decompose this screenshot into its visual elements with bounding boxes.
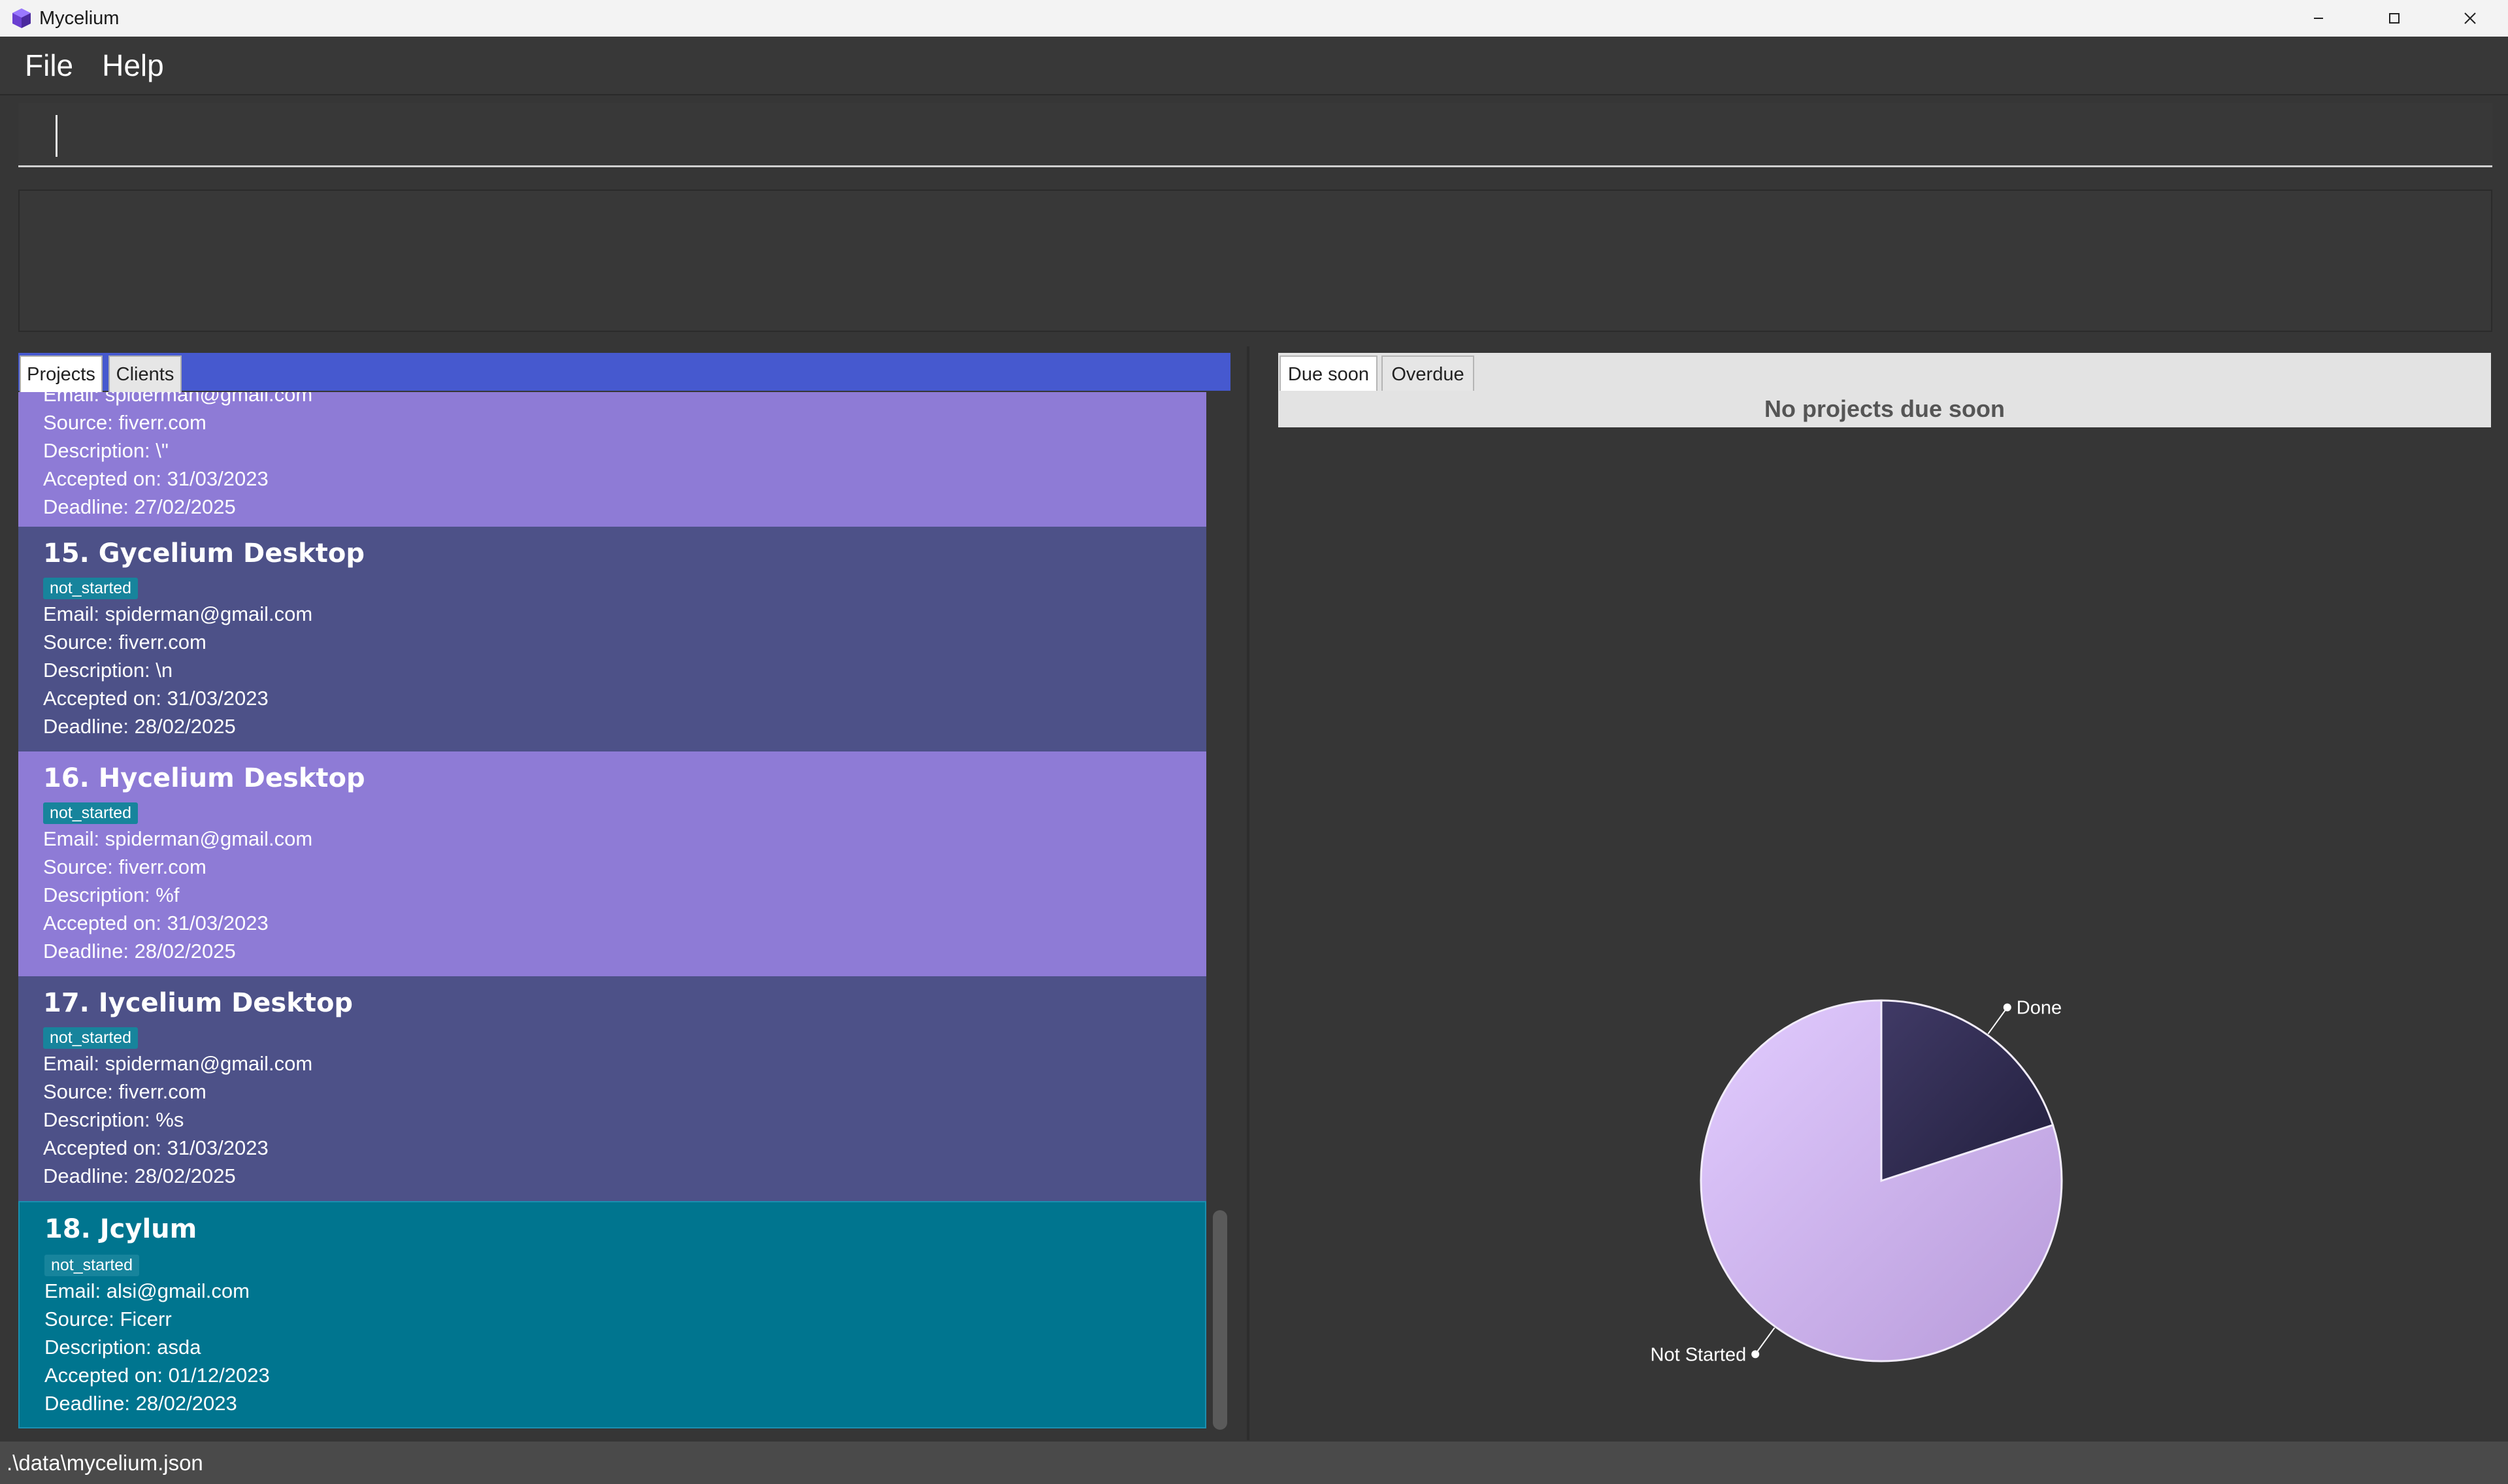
project-email: Email: spiderman@gmail.com [43,1052,313,1075]
project-accepted: Accepted on: 31/03/2023 [43,467,269,490]
app-logo-icon [10,7,33,29]
project-description: Description: \n [43,659,173,682]
command-box [18,103,2492,167]
list-scrollbar-thumb[interactable] [1213,1210,1227,1430]
project-title: 16. Hycelium Desktop [43,763,365,793]
project-deadline: Deadline: 27/02/2025 [43,495,236,518]
text-caret [56,115,58,157]
project-description: Description: asda [44,1336,201,1359]
project-list[interactable]: Email: spiderman@gmail.com Source: fiver… [18,392,1206,1432]
project-title: 15. Gycelium Desktop [43,538,365,569]
project-deadline: Deadline: 28/02/2023 [44,1392,237,1415]
pie-label-line [1755,1327,1775,1355]
project-card[interactable]: 16. Hycelium Desktop not_started Email: … [18,751,1206,976]
project-description: Description: \" [43,439,169,462]
project-card[interactable]: 15. Gycelium Desktop not_started Email: … [18,527,1206,751]
project-accepted: Accepted on: 31/03/2023 [43,1136,269,1159]
project-card[interactable]: 17. Iycelium Desktop not_started Email: … [18,976,1206,1201]
project-deadline: Deadline: 28/02/2025 [43,715,236,738]
list-tabs-header [18,353,1230,391]
status-badge: not_started [43,578,139,599]
project-deadline: Deadline: 28/02/2025 [43,940,236,963]
statistics-panel: Due soon Overdue No projects due soon Do… [1249,346,2508,1440]
pie-label-line [1987,1007,2008,1034]
maximize-button[interactable] [2356,0,2432,37]
project-email: Email: alsi@gmail.com [44,1279,250,1302]
data-file-path: .\data\mycelium.json [7,1450,203,1475]
project-accepted: Accepted on: 01/12/2023 [44,1364,270,1387]
status-bar: .\data\mycelium.json [0,1442,2508,1484]
project-source: Source: fiverr.com [43,855,206,878]
close-icon [2464,12,2476,24]
project-accepted: Accepted on: 31/03/2023 [43,687,269,710]
project-email: Email: spiderman@gmail.com [43,827,313,850]
project-deadline: Deadline: 28/02/2025 [43,1164,236,1187]
window-title: Mycelium [39,7,120,29]
command-input[interactable] [18,103,2492,165]
project-source: Source: Ficerr [44,1308,172,1330]
project-description: Description: %f [43,883,180,906]
pie-label-dot [2003,1003,2011,1012]
project-list-panel: Projects Clients Email: spiderman@gmail.… [0,346,1247,1440]
title-bar: Mycelium [0,0,2508,37]
pie-label: Done [2017,998,2062,1019]
project-description: Description: %s [43,1108,184,1131]
result-display [18,190,2492,332]
close-button[interactable] [2432,0,2508,37]
status-badge: not_started [44,1255,140,1276]
progress-pie-chart: Done Not Started [1651,998,2063,1365]
tab-projects[interactable]: Projects [20,355,103,392]
project-title: 18. Jcylum [44,1214,197,1244]
project-email: Email: spiderman@gmail.com [43,602,313,625]
project-title: 17. Iycelium Desktop [43,988,354,1018]
project-email: Email: spiderman@gmail.com [43,392,313,406]
menu-help[interactable]: Help [102,48,164,83]
menu-bar: File Help [0,37,2508,95]
minimize-icon [2314,18,2323,19]
status-badge: not_started [43,1027,139,1049]
maximize-icon [2389,13,2400,24]
project-source: Source: fiverr.com [43,411,206,434]
menu-file[interactable]: File [25,48,73,83]
pie-label: Not Started [1651,1344,1747,1365]
tab-clients[interactable]: Clients [108,355,182,392]
status-badge: not_started [43,802,139,824]
project-source: Source: fiverr.com [43,1080,206,1103]
project-card-selected[interactable]: 18. Jcylum not_started Email: alsi@gmail… [18,1201,1206,1428]
project-source: Source: fiverr.com [43,631,206,653]
project-accepted: Accepted on: 31/03/2023 [43,912,269,934]
pie-label-dot [1751,1350,1760,1359]
minimize-button[interactable] [2281,0,2356,37]
